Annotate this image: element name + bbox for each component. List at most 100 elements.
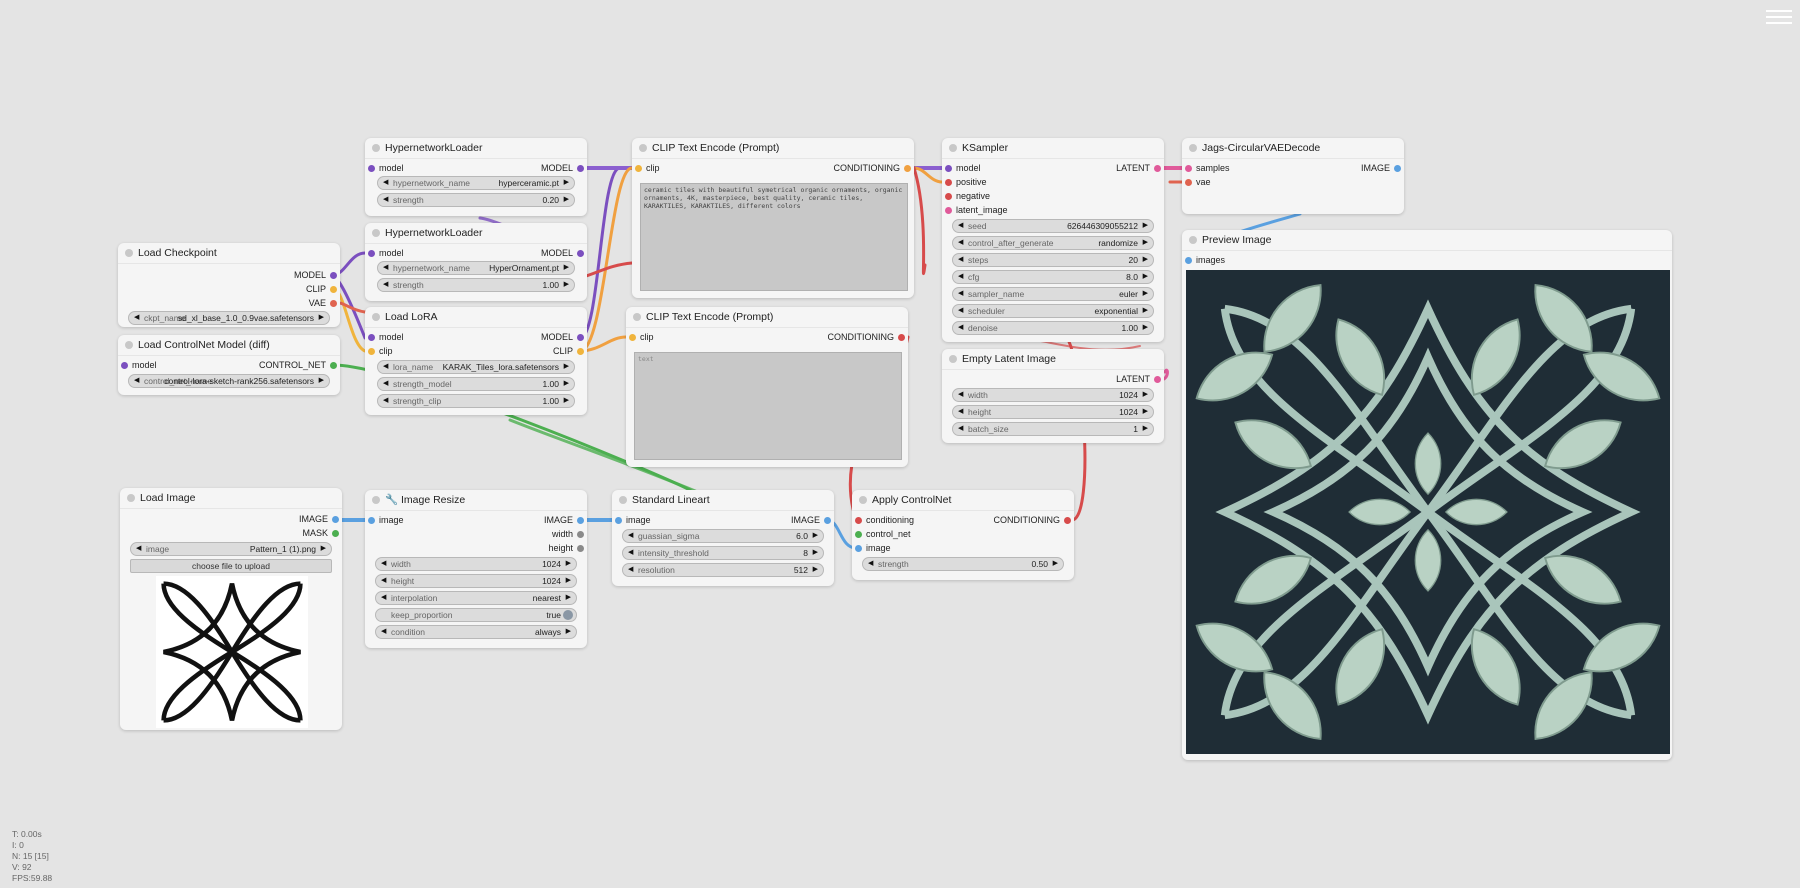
slot-dot-icon[interactable] bbox=[615, 517, 622, 524]
slot-dot-icon[interactable] bbox=[629, 334, 636, 341]
collapse-dot-icon[interactable] bbox=[372, 144, 380, 152]
clip-text-encode-positive-node[interactable]: CLIP Text Encode (Prompt) clip CONDITION… bbox=[632, 138, 914, 298]
slot-dot-icon[interactable] bbox=[577, 334, 584, 341]
node-title[interactable]: HypernetworkLoader bbox=[365, 223, 587, 244]
slot-dot-icon[interactable] bbox=[330, 272, 337, 279]
collapse-dot-icon[interactable] bbox=[859, 496, 867, 504]
node-title[interactable]: HypernetworkLoader bbox=[365, 138, 587, 159]
prompt-textarea[interactable]: ceramic tiles with beautiful symetrical … bbox=[640, 183, 908, 291]
preview-image-node[interactable]: Preview Image images bbox=[1182, 230, 1672, 760]
slot-dot-icon[interactable] bbox=[577, 165, 584, 172]
standard-lineart-node[interactable]: Standard Lineart image IMAGE ◀ guassian_s… bbox=[612, 490, 834, 586]
condition-combo[interactable]: ◀ condition always ▶ bbox=[375, 625, 577, 639]
input-control-net[interactable]: control_net bbox=[854, 528, 911, 541]
output-vae[interactable]: VAE bbox=[309, 297, 338, 310]
slot-dot-icon[interactable] bbox=[1064, 517, 1071, 524]
output-control-net[interactable]: CONTROL_NET bbox=[259, 359, 338, 372]
arrow-right-icon[interactable]: ▶ bbox=[1143, 406, 1148, 418]
slot-dot-icon[interactable] bbox=[635, 165, 642, 172]
lora-name-combo[interactable]: ◀ lora_name KARAK_Tiles_lora.safetensors ▶ bbox=[377, 360, 575, 374]
input-samples[interactable]: samples bbox=[1184, 162, 1230, 175]
input-negative[interactable]: negative bbox=[944, 190, 990, 203]
keep-proportion-toggle[interactable]: keep_proportion true bbox=[375, 608, 577, 622]
node-title[interactable]: Apply ControlNet bbox=[852, 490, 1074, 511]
output-image[interactable]: IMAGE bbox=[299, 513, 340, 526]
arrow-right-icon[interactable]: ▶ bbox=[564, 194, 569, 206]
arrow-right-icon[interactable]: ▶ bbox=[1143, 271, 1148, 283]
slot-dot-icon[interactable] bbox=[368, 165, 375, 172]
slot-dot-icon[interactable] bbox=[330, 286, 337, 293]
output-conditioning[interactable]: CONDITIONING bbox=[994, 514, 1073, 527]
seed-number[interactable]: ◀ seed 626446309055212 ▶ bbox=[952, 219, 1154, 233]
input-conditioning[interactable]: conditioning bbox=[854, 514, 914, 527]
output-clip[interactable]: CLIP bbox=[306, 283, 338, 296]
node-title[interactable]: CLIP Text Encode (Prompt) bbox=[632, 138, 914, 159]
arrow-left-icon[interactable]: ◀ bbox=[134, 375, 139, 387]
arrow-right-icon[interactable]: ▶ bbox=[564, 378, 569, 390]
collapse-dot-icon[interactable] bbox=[372, 313, 380, 321]
input-vae[interactable]: vae bbox=[1184, 176, 1211, 189]
interpolation-combo[interactable]: ◀ interpolation nearest ▶ bbox=[375, 591, 577, 605]
arrow-left-icon[interactable]: ◀ bbox=[958, 305, 963, 317]
slot-dot-icon[interactable] bbox=[332, 530, 339, 537]
arrow-left-icon[interactable]: ◀ bbox=[383, 378, 388, 390]
input-model[interactable]: model bbox=[944, 162, 981, 175]
slot-dot-icon[interactable] bbox=[368, 334, 375, 341]
hypernetwork-loader-node-2[interactable]: HypernetworkLoader model MODEL ◀ hypernet… bbox=[365, 223, 587, 301]
arrow-left-icon[interactable]: ◀ bbox=[381, 575, 386, 587]
slot-dot-icon[interactable] bbox=[824, 517, 831, 524]
menu-icon[interactable] bbox=[1766, 6, 1792, 28]
slot-dot-icon[interactable] bbox=[855, 531, 862, 538]
collapse-dot-icon[interactable] bbox=[949, 355, 957, 363]
arrow-right-icon[interactable]: ▶ bbox=[566, 626, 571, 638]
arrow-right-icon[interactable]: ▶ bbox=[319, 375, 324, 387]
arrow-right-icon[interactable]: ▶ bbox=[564, 361, 569, 373]
input-image[interactable]: image bbox=[614, 514, 651, 527]
image-combo[interactable]: ◀ image Pattern_1 (1).png ▶ bbox=[130, 542, 332, 556]
arrow-left-icon[interactable]: ◀ bbox=[868, 558, 873, 570]
arrow-right-icon[interactable]: ▶ bbox=[1143, 220, 1148, 232]
node-title[interactable]: 🔧 Image Resize bbox=[365, 490, 587, 511]
arrow-left-icon[interactable]: ◀ bbox=[383, 395, 388, 407]
load-controlnet-node[interactable]: Load ControlNet Model (diff) model CONTR… bbox=[118, 335, 340, 395]
collapse-dot-icon[interactable] bbox=[619, 496, 627, 504]
node-title[interactable]: Standard Lineart bbox=[612, 490, 834, 511]
apply-controlnet-node[interactable]: Apply ControlNet conditioning control_ne… bbox=[852, 490, 1074, 580]
slot-dot-icon[interactable] bbox=[945, 207, 952, 214]
width-number[interactable]: ◀ width 1024 ▶ bbox=[375, 557, 577, 571]
collapse-dot-icon[interactable] bbox=[639, 144, 647, 152]
slot-dot-icon[interactable] bbox=[1185, 179, 1192, 186]
input-clip[interactable]: clip bbox=[367, 345, 393, 358]
input-image[interactable]: image bbox=[854, 542, 891, 555]
collapse-dot-icon[interactable] bbox=[127, 494, 135, 502]
arrow-left-icon[interactable]: ◀ bbox=[628, 547, 633, 559]
output-latent[interactable]: LATENT bbox=[1116, 162, 1162, 175]
arrow-left-icon[interactable]: ◀ bbox=[628, 564, 633, 576]
arrow-right-icon[interactable]: ▶ bbox=[564, 177, 569, 189]
output-height[interactable]: height bbox=[548, 542, 585, 555]
arrow-right-icon[interactable]: ▶ bbox=[319, 312, 324, 324]
control-after-generate-combo[interactable]: ◀ control_after_generate randomize ▶ bbox=[952, 236, 1154, 250]
circular-vae-decode-node[interactable]: Jags-CircularVAEDecode samples vae IMAGE bbox=[1182, 138, 1404, 214]
arrow-left-icon[interactable]: ◀ bbox=[628, 530, 633, 542]
resolution-number[interactable]: ◀ resolution 512 ▶ bbox=[622, 563, 824, 577]
hypernetwork-loader-node-1[interactable]: HypernetworkLoader model MODEL ◀ hypernet… bbox=[365, 138, 587, 216]
arrow-left-icon[interactable]: ◀ bbox=[383, 194, 388, 206]
output-image[interactable]: IMAGE bbox=[1361, 162, 1402, 175]
slot-dot-icon[interactable] bbox=[368, 250, 375, 257]
upload-button[interactable]: choose file to upload bbox=[130, 559, 332, 573]
output-latent[interactable]: LATENT bbox=[1116, 373, 1162, 386]
cfg-number[interactable]: ◀ cfg 8.0 ▶ bbox=[952, 270, 1154, 284]
arrow-right-icon[interactable]: ▶ bbox=[813, 564, 818, 576]
collapse-dot-icon[interactable] bbox=[372, 496, 380, 504]
load-image-node[interactable]: Load Image IMAGE MASK ◀ image Pattern_1 (1… bbox=[120, 488, 342, 730]
output-width[interactable]: width bbox=[552, 528, 585, 541]
node-title[interactable]: Jags-CircularVAEDecode bbox=[1182, 138, 1404, 159]
batch-size-number[interactable]: ◀ batch_size 1 ▶ bbox=[952, 422, 1154, 436]
width-number[interactable]: ◀ width 1024 ▶ bbox=[952, 388, 1154, 402]
hypernetwork-name-combo[interactable]: ◀ hypernetwork_name HyperOrnament.pt ▶ bbox=[377, 261, 575, 275]
output-clip[interactable]: CLIP bbox=[553, 345, 585, 358]
arrow-left-icon[interactable]: ◀ bbox=[383, 279, 388, 291]
node-title[interactable]: Load LoRA bbox=[365, 307, 587, 328]
arrow-right-icon[interactable]: ▶ bbox=[1143, 305, 1148, 317]
